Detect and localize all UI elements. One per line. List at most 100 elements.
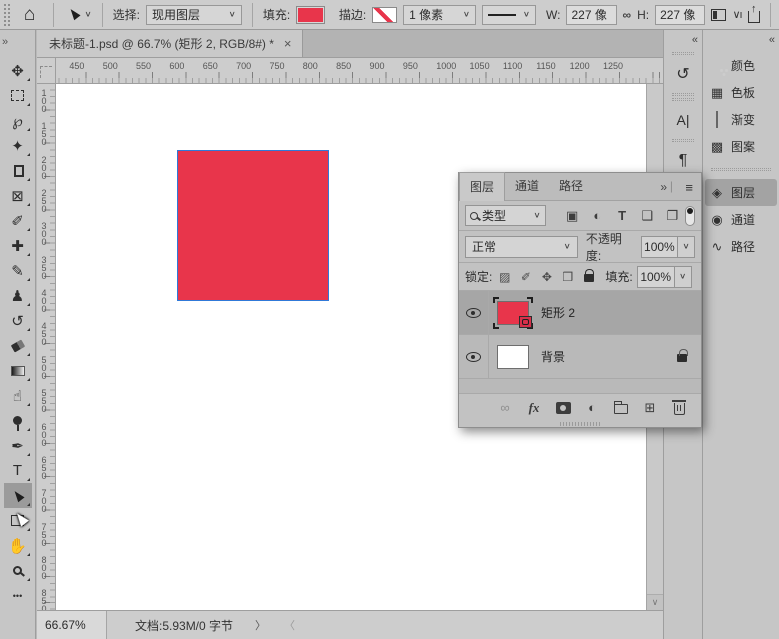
- dock-collapse-icon[interactable]: «: [769, 34, 773, 46]
- new-group-icon[interactable]: [613, 401, 629, 414]
- opacity-input[interactable]: 100%: [641, 236, 679, 258]
- filter-smart-objects-icon[interactable]: ❐: [660, 208, 685, 224]
- eraser-tool[interactable]: [4, 333, 32, 358]
- pen-tool[interactable]: ✒: [4, 433, 32, 458]
- adjustment-layer-icon[interactable]: ◐: [584, 400, 600, 415]
- home-icon[interactable]: ⌂: [24, 4, 35, 26]
- healing-brush-tool[interactable]: ✚: [4, 233, 32, 258]
- edit-toolbar-button[interactable]: •••: [4, 583, 32, 608]
- stroke-type-dropdown[interactable]: ∨: [482, 5, 536, 25]
- lock-image-pixels-icon[interactable]: ✐: [515, 270, 536, 284]
- color-panel-button[interactable]: 颜色: [703, 52, 779, 79]
- lock-transparent-pixels-icon[interactable]: ▨: [494, 270, 515, 284]
- eyedropper-tool[interactable]: ✐: [4, 208, 32, 233]
- clone-stamp-tool[interactable]: ♟: [4, 283, 32, 308]
- panel-resize-grip[interactable]: [560, 422, 600, 426]
- opacity-chevron-icon[interactable]: ∨: [678, 236, 695, 258]
- stroke-color-swatch[interactable]: [372, 7, 397, 23]
- tab-paths[interactable]: 路径: [549, 172, 593, 200]
- paths-panel-icon: ∿: [709, 239, 725, 255]
- zoom-tool[interactable]: [4, 558, 32, 583]
- delete-layer-icon[interactable]: [671, 400, 687, 415]
- dodge-tool[interactable]: [4, 408, 32, 433]
- filter-shape-layers-icon[interactable]: ❑: [635, 208, 660, 224]
- scroll-down-icon[interactable]: ∨: [647, 594, 663, 610]
- layer-name[interactable]: 背景: [541, 348, 565, 365]
- zoom-level-input[interactable]: 66.67%: [37, 611, 107, 639]
- layer-row-background[interactable]: 背景: [459, 335, 701, 379]
- smudge-tool[interactable]: ☝: [4, 383, 32, 408]
- filter-toggle-icon[interactable]: [685, 206, 695, 226]
- hand-tool[interactable]: ✋: [4, 533, 32, 558]
- shape-rectangle[interactable]: [177, 150, 329, 301]
- link-dimensions-icon[interactable]: ∞: [623, 8, 632, 22]
- visibility-toggle[interactable]: [459, 291, 489, 334]
- stroke-width-dropdown[interactable]: 1 像素 ∨: [403, 5, 476, 25]
- layer-thumbnail[interactable]: [495, 299, 531, 327]
- path-selection-tool[interactable]: [4, 483, 32, 508]
- rectangular-marquee-tool[interactable]: [4, 83, 32, 108]
- height-input[interactable]: 227 像: [655, 5, 705, 25]
- quick-selection-tool[interactable]: ✦: [4, 133, 32, 158]
- visibility-toggle[interactable]: [459, 335, 489, 378]
- move-tool[interactable]: ✥: [4, 58, 32, 83]
- type-tool[interactable]: T: [4, 458, 32, 483]
- panel-menu-icon[interactable]: ≡: [685, 180, 693, 195]
- tab-layers[interactable]: 图层: [459, 172, 505, 201]
- fill-color-swatch[interactable]: [296, 6, 325, 24]
- character-panel-button[interactable]: A|: [664, 103, 702, 137]
- lock-artboard-icon[interactable]: ❒: [557, 270, 578, 284]
- lasso-tool[interactable]: ℘: [4, 108, 32, 133]
- move-tool-chevron-icon[interactable]: ∨: [84, 10, 91, 19]
- toolbar-collapse-icon[interactable]: »: [2, 36, 8, 48]
- options-bar-grip[interactable]: [4, 4, 10, 26]
- move-tool-icon[interactable]: [70, 8, 78, 22]
- paths-panel-button[interactable]: ∿路径: [703, 233, 779, 260]
- lock-position-icon[interactable]: ✥: [536, 270, 557, 284]
- vertical-ruler[interactable]: 1001502002503003504004505005506006507007…: [37, 84, 56, 610]
- swatches-panel-button[interactable]: ▦色板: [703, 79, 779, 106]
- horizontal-ruler[interactable]: 4004505005506006507007508008509009501000…: [56, 58, 663, 84]
- panel-more-icon[interactable]: »: [660, 180, 665, 194]
- dock-item-label: 渐变: [731, 111, 755, 128]
- status-bar: 66.67% 文档:5.93M/0 字节 〉 〈: [37, 610, 663, 639]
- new-layer-icon[interactable]: ⊞: [642, 400, 658, 416]
- select-mode-dropdown[interactable]: 现用图层 ∨: [146, 5, 242, 25]
- ruler-origin-corner[interactable]: [37, 58, 56, 84]
- gradients-panel-button[interactable]: 渐变: [703, 106, 779, 133]
- document-tab[interactable]: 未标题-1.psd @ 66.7% (矩形 2, RGB/8#) * ×: [37, 30, 303, 57]
- filter-type-dropdown[interactable]: 类型 ∨: [465, 205, 546, 226]
- add-layer-mask-icon[interactable]: [555, 402, 571, 414]
- gradient-tool[interactable]: [4, 358, 32, 383]
- fill-chevron-icon[interactable]: ∨: [675, 266, 692, 288]
- filter-pixel-layers-icon[interactable]: ▣: [560, 208, 585, 224]
- brush-tool[interactable]: ✎: [4, 258, 32, 283]
- channels-panel-button[interactable]: ◉通道: [703, 206, 779, 233]
- background-lock-icon[interactable]: [677, 349, 687, 365]
- layer-row-rectangle2[interactable]: 矩形 2: [459, 291, 701, 335]
- blend-mode-dropdown[interactable]: 正常 ∨: [465, 236, 578, 258]
- filter-adjustment-layers-icon[interactable]: ◐: [585, 208, 610, 224]
- filter-type-layers-icon[interactable]: T: [610, 208, 635, 224]
- dock-collapse-icon[interactable]: «: [692, 34, 696, 46]
- patterns-panel-button[interactable]: ▩图案: [703, 133, 779, 160]
- close-tab-icon[interactable]: ×: [284, 36, 292, 51]
- fill-opacity-input[interactable]: 100%: [637, 266, 675, 288]
- tab-channels[interactable]: 通道: [505, 172, 549, 200]
- frame-tool[interactable]: ⊠: [4, 183, 32, 208]
- tool-options-icon[interactable]: [711, 9, 726, 21]
- layers-panel-button[interactable]: ◈图层: [705, 179, 777, 206]
- status-chevron-icon[interactable]: 〉: [255, 617, 266, 633]
- lock-all-icon[interactable]: [578, 269, 599, 285]
- layer-thumbnail[interactable]: [495, 343, 531, 371]
- layer-name[interactable]: 矩形 2: [541, 304, 575, 321]
- history-brush-tool[interactable]: ↺: [4, 308, 32, 333]
- crop-tool[interactable]: [4, 158, 32, 183]
- width-input[interactable]: 227 像: [566, 5, 616, 25]
- layer-style-icon[interactable]: fx: [526, 400, 542, 416]
- dock-grip: [672, 93, 694, 96]
- link-layers-icon[interactable]: ∞: [497, 400, 513, 415]
- workspace-icon[interactable]: ∨ı: [732, 8, 741, 21]
- history-panel-button[interactable]: ↺: [664, 57, 702, 91]
- share-icon[interactable]: [748, 11, 760, 23]
